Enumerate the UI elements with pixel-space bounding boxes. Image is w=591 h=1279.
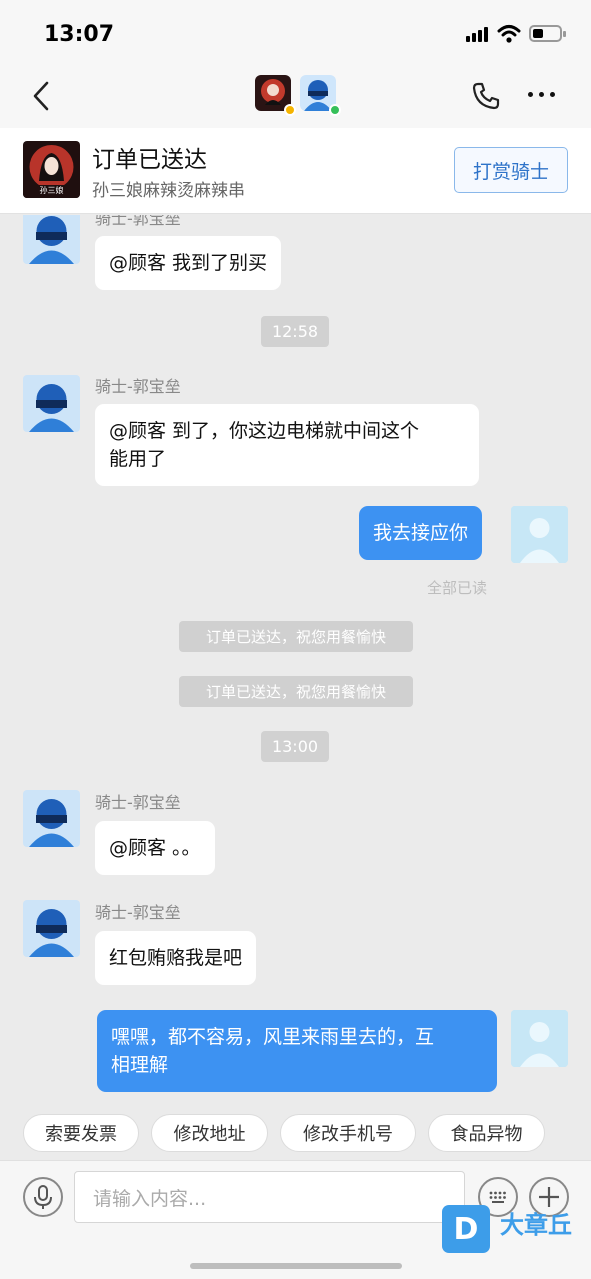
quick-replies: 索要发票 修改地址 修改手机号 食品异物: [0, 1110, 591, 1160]
rider-avatar[interactable]: [23, 790, 80, 847]
message-line: 嘿嘿，都不容易，风里来雨里去的，互: [111, 1026, 435, 1048]
order-status-title: 订单已送达: [92, 147, 207, 173]
system-notice: 订单已送达，祝您用餐愉快: [179, 676, 413, 707]
rider-status-dot: [329, 104, 341, 116]
system-notice: 订单已送达，祝您用餐愉快: [179, 621, 413, 652]
watermark-logo: D: [442, 1205, 490, 1253]
quick-reply-address[interactable]: 修改地址: [151, 1114, 268, 1152]
rider-avatar[interactable]: [23, 215, 80, 264]
my-message-bubble[interactable]: 我去接应你: [359, 506, 483, 560]
read-receipt: 全部已读: [427, 579, 488, 597]
battery-icon: [529, 25, 566, 42]
message-bubble[interactable]: @顾客 。。: [95, 821, 215, 875]
quick-reply-phone[interactable]: 修改手机号: [280, 1114, 416, 1152]
more-icon[interactable]: [528, 92, 555, 97]
sender-name: 骑士-郭宝垒: [95, 793, 181, 812]
chat-area[interactable]: 骑士-郭宝垒 @顾客 我到了别买 12:58 骑士-郭宝垒 @顾客 到了，你这边…: [0, 215, 591, 1110]
wifi-icon: [497, 25, 521, 43]
status-bar: 13:07: [0, 0, 591, 64]
time-divider: 13:00: [261, 731, 329, 762]
quick-reply-foreign-object[interactable]: 食品异物: [428, 1114, 545, 1152]
sender-name: 骑士-郭宝垒: [95, 377, 181, 396]
status-time: 13:07: [44, 22, 115, 47]
signal-icon: [466, 26, 488, 42]
my-avatar[interactable]: [511, 1010, 568, 1067]
my-message-bubble[interactable]: 嘿嘿，都不容易，风里来雨里去的，互 相理解: [97, 1010, 497, 1092]
quick-reply-invoice[interactable]: 索要发票: [23, 1114, 139, 1152]
tip-rider-button[interactable]: 打赏骑士: [454, 147, 568, 193]
message-line: 能用了: [109, 448, 167, 470]
rider-avatar[interactable]: [23, 375, 80, 432]
message-input[interactable]: 请输入内容...: [74, 1171, 465, 1223]
message-line: @顾客 到了，你这边电梯就中间这个: [109, 420, 420, 442]
sender-name: 骑士-郭宝垒: [95, 903, 181, 922]
shop-logo[interactable]: 孙三娘: [23, 141, 80, 198]
shop-name: 孙三娘麻辣烫麻辣串: [92, 181, 245, 201]
message-line: 相理解: [111, 1054, 169, 1076]
order-header: 孙三娘 订单已送达 孙三娘麻辣烫麻辣串 打赏骑士: [0, 128, 591, 214]
my-avatar[interactable]: [511, 506, 568, 563]
message-bubble[interactable]: 红包贿赂我是吧: [95, 931, 257, 985]
mic-icon[interactable]: [23, 1177, 63, 1217]
sender-name: 骑士-郭宝垒: [95, 215, 181, 228]
back-icon[interactable]: [28, 78, 58, 114]
shop-logo-text: 孙三娘: [39, 186, 64, 195]
time-divider: 12:58: [261, 316, 329, 347]
nav-bar: [0, 64, 591, 128]
home-indicator: [190, 1263, 402, 1269]
shop-status-dot: [284, 104, 296, 116]
rider-avatar[interactable]: [23, 900, 80, 957]
phone-icon[interactable]: [470, 80, 502, 112]
message-bubble[interactable]: @顾客 我到了别买: [95, 236, 282, 290]
watermark-text: 大章丘: [500, 1211, 572, 1239]
message-bubble[interactable]: @顾客 到了，你这边电梯就中间这个 能用了: [95, 404, 479, 486]
